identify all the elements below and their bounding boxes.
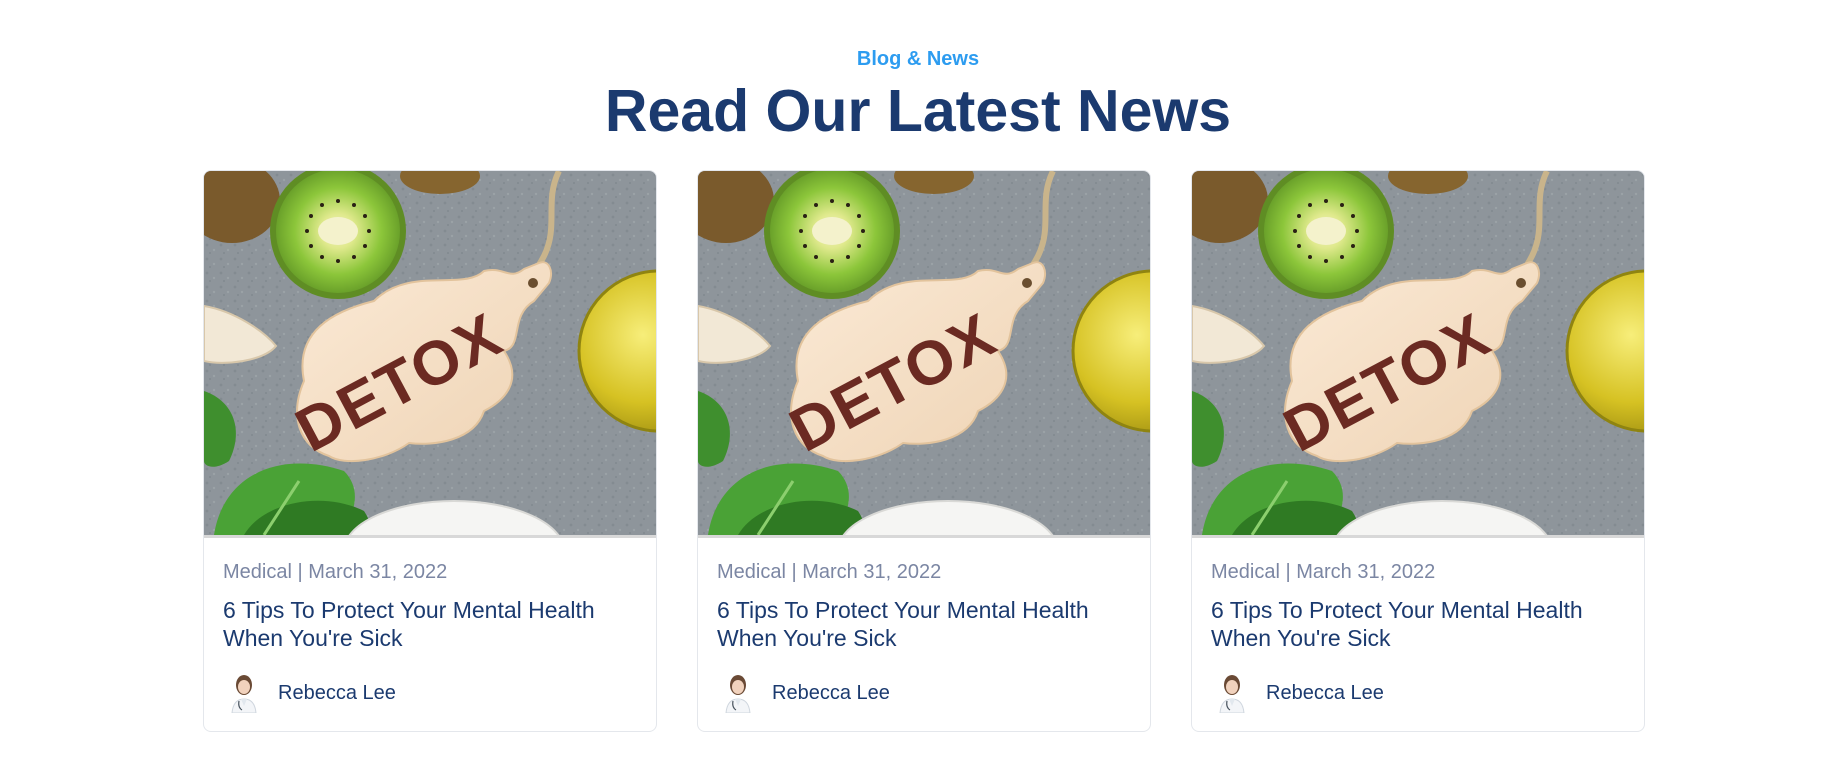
post-author[interactable]: Rebecca Lee	[1216, 671, 1384, 715]
avatar	[722, 673, 754, 713]
post-meta: Medical | March 31, 2022	[1211, 561, 1436, 583]
author-name[interactable]: Rebecca Lee	[278, 682, 396, 705]
section-heading: Read Our Latest News	[604, 78, 1232, 144]
post-title-link[interactable]: 6 Tips To Protect Your Mental Health Whe…	[1211, 596, 1621, 652]
post-thumbnail-detox[interactable]	[1192, 171, 1644, 538]
post-thumbnail-detox[interactable]	[698, 171, 1150, 538]
post-thumbnail-detox[interactable]	[204, 171, 656, 538]
section-eyebrow: Blog & News	[856, 48, 980, 70]
post-title-link[interactable]: 6 Tips To Protect Your Mental Health Whe…	[717, 596, 1127, 652]
avatar	[1216, 673, 1248, 713]
post-meta: Medical | March 31, 2022	[717, 561, 942, 583]
author-name[interactable]: Rebecca Lee	[1266, 682, 1384, 705]
post-meta: Medical | March 31, 2022	[223, 561, 448, 583]
author-name[interactable]: Rebecca Lee	[772, 682, 890, 705]
post-title-link[interactable]: 6 Tips To Protect Your Mental Health Whe…	[223, 596, 633, 652]
post-author[interactable]: Rebecca Lee	[228, 671, 396, 715]
blog-card[interactable]: Medical | March 31, 2022 6 Tips To Prote…	[203, 170, 657, 732]
post-author[interactable]: Rebecca Lee	[722, 671, 890, 715]
avatar	[228, 673, 260, 713]
blog-card[interactable]: Medical | March 31, 2022 6 Tips To Prote…	[697, 170, 1151, 732]
blog-news-section: Blog & News Read Our Latest News Medical…	[0, 0, 1836, 776]
blog-card[interactable]: Medical | March 31, 2022 6 Tips To Prote…	[1191, 170, 1645, 732]
